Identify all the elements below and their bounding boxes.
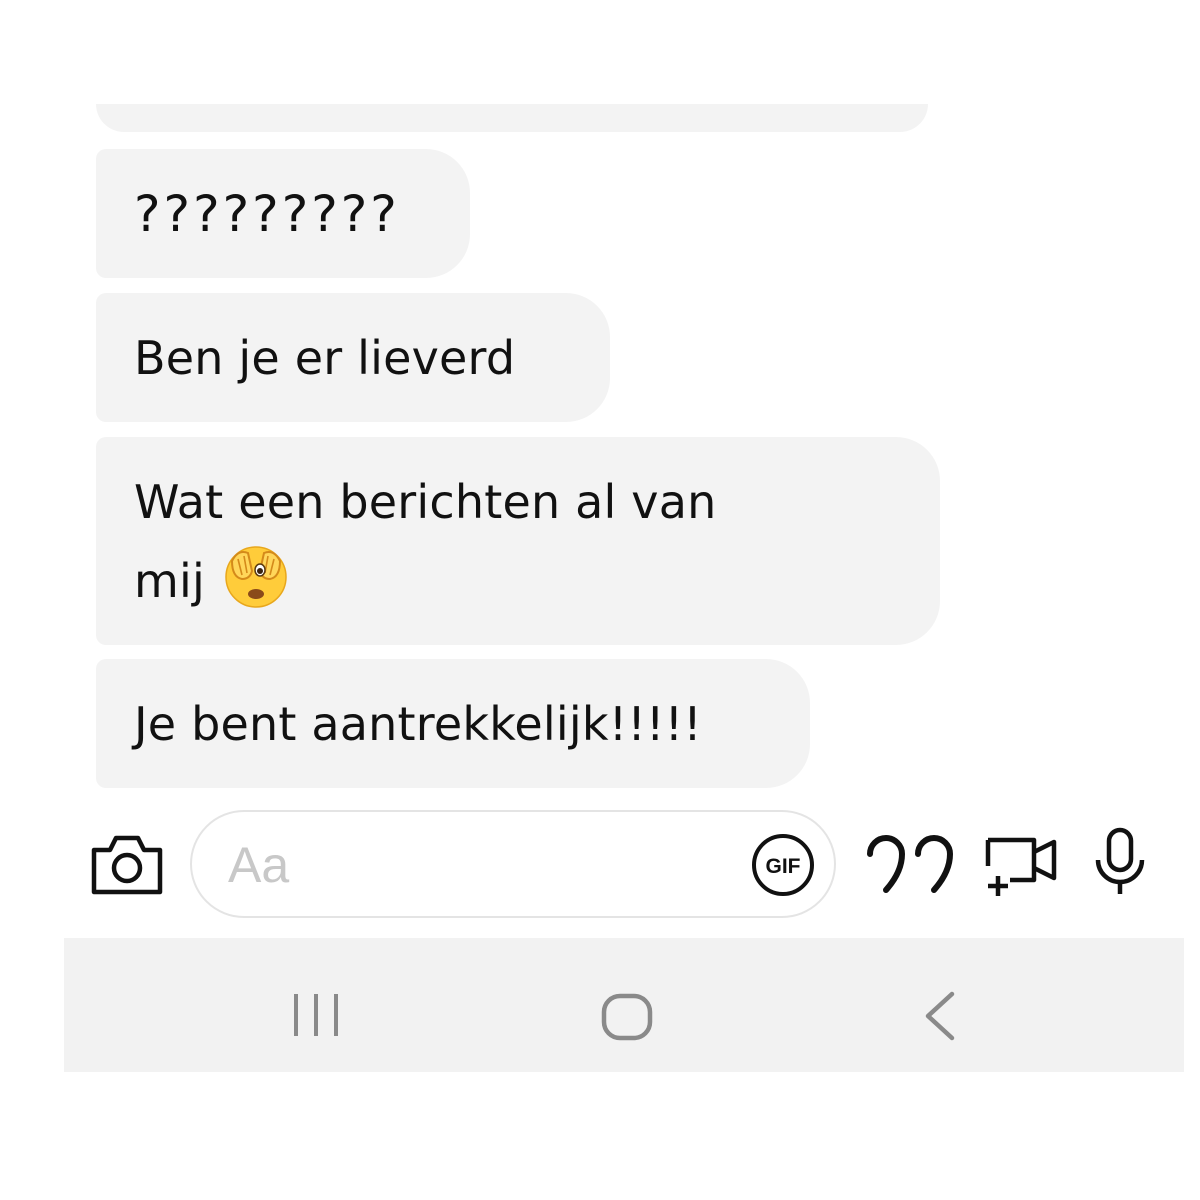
message-text: Ben je er lieverd bbox=[134, 330, 516, 385]
message-text-line-with-emoji: mij bbox=[134, 539, 716, 618]
microphone-icon[interactable] bbox=[1092, 826, 1148, 898]
message-bubble[interactable]: Wat een berichten al van mij bbox=[96, 437, 940, 645]
recent-apps-icon[interactable] bbox=[290, 990, 342, 1040]
message-input[interactable] bbox=[228, 834, 728, 896]
message-bubble[interactable]: Je bent aantrekkelijk!!!!! bbox=[96, 659, 810, 788]
message-bubble[interactable]: Ben je er lieverd bbox=[96, 293, 610, 422]
back-icon[interactable] bbox=[920, 990, 960, 1042]
face-with-peeking-eye-icon bbox=[225, 545, 287, 608]
gif-label: GIF bbox=[766, 855, 801, 878]
home-icon[interactable] bbox=[600, 992, 654, 1042]
message-text: mij bbox=[134, 553, 205, 608]
message-composer: GIF bbox=[0, 800, 1200, 930]
gif-icon[interactable]: GIF bbox=[750, 832, 816, 898]
message-text-line: Wat een berichten al van bbox=[134, 474, 717, 529]
video-add-icon[interactable] bbox=[984, 832, 1060, 898]
message-input-container[interactable]: GIF bbox=[190, 810, 836, 918]
quote-icon[interactable] bbox=[862, 832, 958, 896]
camera-icon[interactable] bbox=[90, 830, 164, 896]
message-bubble[interactable]: ????????? bbox=[96, 149, 470, 278]
message-text: Je bent aantrekkelijk!!!!! bbox=[134, 696, 702, 751]
system-navigation-bar bbox=[64, 938, 1184, 1072]
previous-message-bubble[interactable] bbox=[96, 104, 928, 132]
message-text-block: Wat een berichten al van mij bbox=[134, 465, 716, 618]
message-text: ????????? bbox=[134, 184, 400, 243]
